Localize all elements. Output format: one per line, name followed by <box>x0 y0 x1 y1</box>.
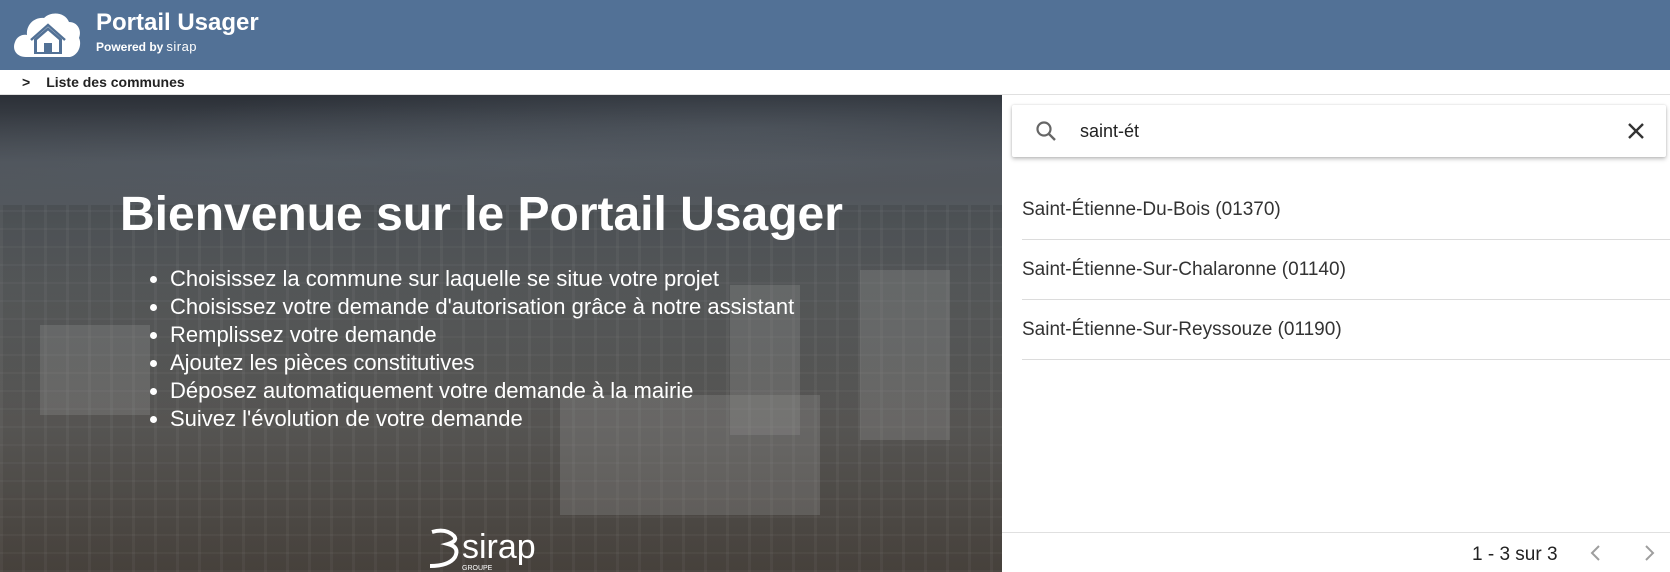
search-input[interactable] <box>1080 117 1580 145</box>
app-title: Portail Usager <box>96 9 259 36</box>
building-shape <box>40 325 150 415</box>
breadcrumb: > Liste des communes <box>0 70 1670 95</box>
commune-search-panel: Saint-Étienne-Du-Bois (01370) Saint-Étie… <box>1002 95 1670 572</box>
breadcrumb-separator: > <box>22 74 31 90</box>
chevron-right-icon[interactable] <box>1638 542 1660 564</box>
close-icon[interactable] <box>1624 119 1648 143</box>
cloud-house-logo-icon[interactable] <box>12 7 82 61</box>
hero-step: Déposez automatiquement votre demande à … <box>170 377 794 405</box>
app-header: Portail Usager Powered by sirap <box>0 0 1670 70</box>
result-item[interactable]: Saint-Étienne-Du-Bois (01370) <box>1022 180 1670 240</box>
hero-title: Bienvenue sur le Portail Usager <box>120 188 843 241</box>
hero-step: Remplissez votre demande <box>170 321 794 349</box>
sirap-logo-text: sirap <box>462 528 536 566</box>
search-box <box>1012 105 1666 157</box>
hero-step: Choisissez votre demande d'autorisation … <box>170 293 794 321</box>
hero-step: Choisissez la commune sur laquelle se si… <box>170 265 794 293</box>
powered-brand: sirap <box>166 39 198 54</box>
paginator-range-label: 1 - 3 sur 3 <box>1472 544 1558 565</box>
breadcrumb-current[interactable]: Liste des communes <box>46 74 185 90</box>
chevron-left-icon[interactable] <box>1585 542 1607 564</box>
search-icon <box>1036 121 1056 141</box>
result-item[interactable]: Saint-Étienne-Sur-Chalaronne (01140) <box>1022 240 1670 300</box>
hero-steps-list: Choisissez la commune sur laquelle se si… <box>170 265 794 433</box>
hero-step: Ajoutez les pièces constitutives <box>170 349 794 377</box>
powered-by-label: Powered by <box>96 39 164 54</box>
building-shape <box>860 270 950 440</box>
results-list: Saint-Étienne-Du-Bois (01370) Saint-Étie… <box>1022 180 1670 360</box>
sirap-logo-subtext: GROUPE <box>462 565 493 572</box>
sirap-logo: sirap GROUPE <box>429 528 536 572</box>
result-item[interactable]: Saint-Étienne-Sur-Reyssouze (01190) <box>1022 300 1670 360</box>
hero-step: Suivez l'évolution de votre demande <box>170 405 794 433</box>
powered-by: Powered by sirap <box>96 39 197 54</box>
paginator: 1 - 3 sur 3 <box>1002 532 1670 572</box>
hero-banner: Bienvenue sur le Portail Usager Choisiss… <box>0 95 1002 572</box>
